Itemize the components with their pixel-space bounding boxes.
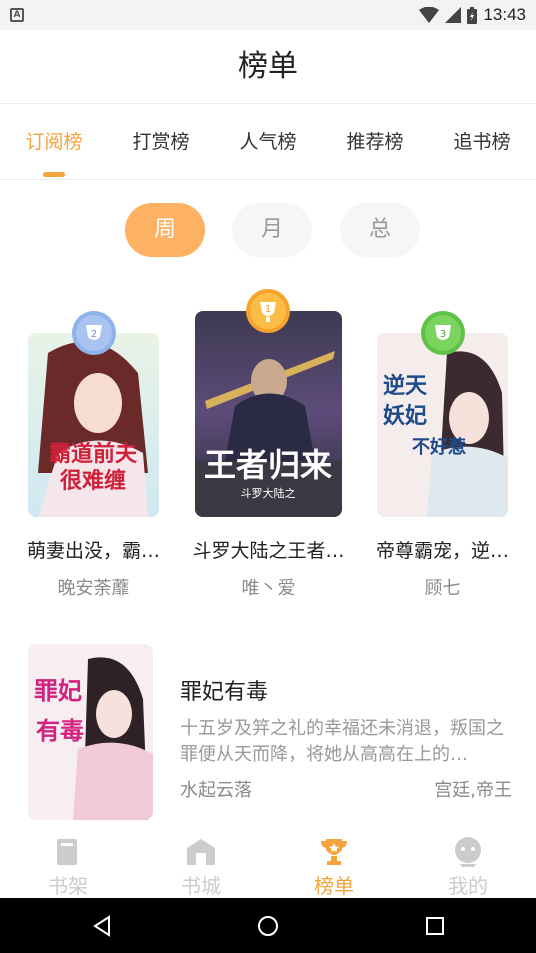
cover-title: 王者归来 [204, 446, 332, 484]
profile-icon [455, 837, 481, 867]
period-total-button[interactable]: 总 [340, 203, 420, 257]
nav-label: 书架 [48, 874, 88, 898]
recents-icon[interactable] [425, 916, 445, 936]
tab-following[interactable]: 追书榜 [437, 104, 527, 180]
nav-label: 我的 [448, 874, 488, 898]
book-title: 罪妃有毒 [180, 680, 269, 705]
cover-title-line2: 很难缠 [60, 468, 126, 494]
cover-title-line2: 有毒 [36, 716, 84, 745]
cover-title-line3: 不好惹 [412, 436, 466, 458]
wifi-icon [419, 7, 440, 23]
system-nav-bar [0, 898, 536, 953]
tab-recommend[interactable]: 推荐榜 [330, 104, 420, 180]
back-icon[interactable] [91, 915, 113, 937]
ranking-tabs: 订阅榜 打赏榜 人气榜 推荐榜 追书榜 [0, 104, 536, 180]
nav-rankings[interactable]: 榜单 [284, 830, 384, 898]
tab-tips[interactable]: 打赏榜 [116, 104, 206, 180]
nav-label: 榜单 [314, 874, 354, 898]
book-cover[interactable]: 逆天 妖妃 不好惹 [377, 333, 508, 517]
book-title: 萌妻出没，霸… [26, 540, 160, 562]
book-author: 水起云落 [180, 780, 252, 801]
rank-3-medal-icon: 3 [421, 311, 465, 355]
rank-2-medal-icon: 2 [72, 311, 116, 355]
header: 榜单 [0, 30, 536, 104]
book-title: 帝尊霸宠，逆… [375, 540, 509, 562]
nav-profile[interactable]: 我的 [418, 830, 518, 898]
book-title: 斗罗大陆之王者… [192, 540, 345, 562]
cover-title-line1: 罪妃 [34, 676, 82, 705]
book-cover[interactable]: 王者归来 斗罗大陆之 [195, 311, 342, 517]
trophy-icon [321, 839, 347, 865]
signal-icon [445, 7, 462, 23]
bookstore-icon [187, 839, 215, 865]
bookshelf-icon [57, 839, 77, 865]
svg-text:1: 1 [265, 304, 271, 315]
battery-icon [467, 6, 478, 24]
nav-label: 书城 [181, 874, 221, 898]
book-author: 顾七 [424, 578, 461, 599]
rank-1-medal-icon: 1 [246, 289, 290, 333]
cover-subtitle: 斗罗大陆之 [241, 486, 296, 500]
svg-text:3: 3 [440, 329, 446, 340]
active-tab-indicator [43, 172, 65, 177]
cover-title-line1: 霸道前夫 [49, 441, 138, 467]
home-icon[interactable] [257, 915, 279, 937]
bottom-nav: 书架 书城 榜单 我的 [0, 830, 536, 898]
cover-title-line1: 逆天 [383, 373, 428, 399]
status-bar: A 13:43 [0, 0, 536, 30]
nav-bookstore[interactable]: 书城 [151, 830, 251, 898]
book-cover[interactable]: 霸道前夫 很难缠 [28, 333, 159, 517]
clock: 13:43 [483, 5, 526, 24]
tab-subscription[interactable]: 订阅榜 [9, 104, 99, 180]
page-title: 榜单 [238, 49, 298, 84]
cover-title-line2: 妖妃 [383, 403, 427, 429]
period-month-button[interactable]: 月 [232, 203, 312, 257]
nav-bookshelf[interactable]: 书架 [18, 830, 118, 898]
book-tags: 宫廷,帝王 [434, 780, 512, 801]
period-week-button[interactable]: 周 [125, 203, 205, 257]
book-cover[interactable]: 罪妃 有毒 [28, 644, 153, 820]
notification-icon: A [10, 8, 24, 22]
book-description: 十五岁及笄之礼的幸福还未消退，叛国之罪便从天而降，将她从高高在上的… [180, 718, 504, 765]
book-author: 晚安荼蘼 [57, 578, 130, 599]
book-author: 唯丶爱 [241, 578, 296, 599]
svg-text:2: 2 [91, 329, 97, 340]
tab-popularity[interactable]: 人气榜 [223, 104, 313, 180]
